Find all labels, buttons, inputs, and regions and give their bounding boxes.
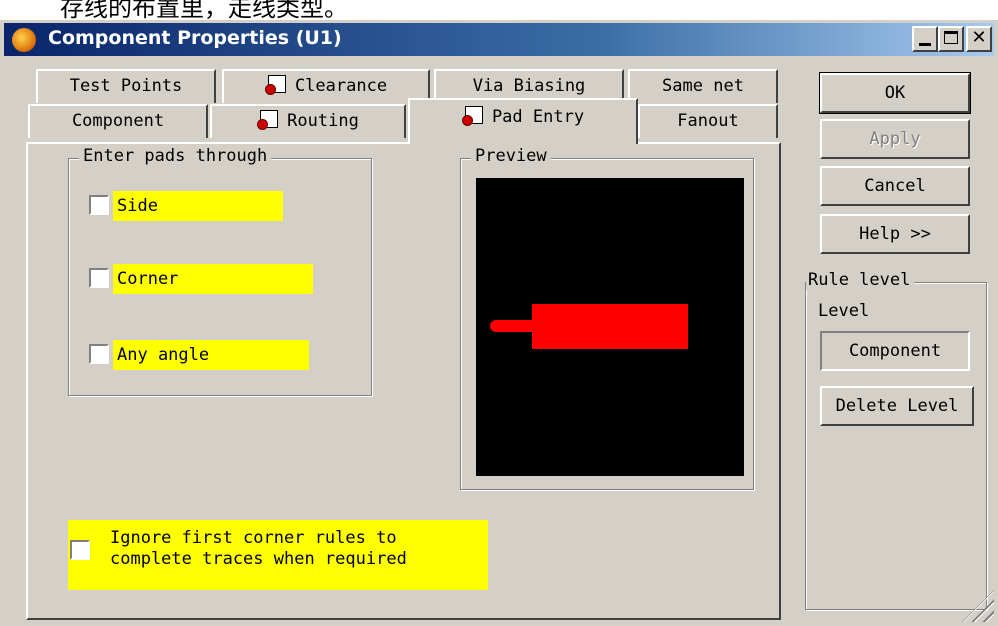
tab-label: Via Biasing [472,76,586,96]
tab-component[interactable]: Component [28,104,208,138]
group-legend: Preview [471,146,551,166]
minimize-icon [919,43,931,46]
any-angle-label[interactable]: Any angle [113,340,309,370]
tab-label: Routing [287,111,359,131]
ignore-corner-label[interactable]: Ignore first corner rules to complete tr… [68,520,488,590]
app-icon [12,28,36,52]
delete-level-button[interactable]: Delete Level [820,386,974,426]
preview-group: Preview [460,146,754,490]
tab-clearance[interactable]: Clearance [222,69,430,103]
tab-test-points[interactable]: Test Points [36,69,216,103]
any-angle-checkbox[interactable] [89,344,109,364]
pad-shape [532,304,688,349]
maximize-icon [944,31,958,44]
tab-fanout[interactable]: Fanout [638,104,778,138]
tab-label: Component [71,111,165,131]
corner-checkbox[interactable] [89,268,109,288]
ok-label: OK [884,83,906,103]
cancel-label: Cancel [864,176,926,196]
tab-same-net[interactable]: Same net [628,69,778,103]
enter-pads-group: Enter pads through Side Corner Any angle [68,146,372,396]
tab-label: Pad Entry [491,107,585,127]
ok-button[interactable]: OK [819,72,971,114]
tab-pad-entry[interactable]: Pad Entry [408,98,638,144]
help-button[interactable]: Help >> [820,214,970,254]
side-label[interactable]: Side [113,191,283,221]
rule-level-group: Rule level Level Component Delete Level [805,270,987,610]
dialog-window: Component Properties (U1) ✕ Test Points … [0,20,998,626]
rule-icon [264,74,287,95]
tab-label: Test Points [69,76,183,96]
group-legend: Enter pads through [79,146,272,166]
level-value: Component [848,341,942,361]
tab-panel: Enter pads through Side Corner Any angle… [26,142,781,620]
group-legend: Rule level [806,270,915,290]
close-button[interactable]: ✕ [966,26,992,52]
window-title: Component Properties (U1) [48,27,342,49]
tab-label: Clearance [294,76,388,96]
close-icon: ✕ [971,27,987,48]
corner-label[interactable]: Corner [113,264,313,294]
delete-level-label: Delete Level [835,396,959,416]
apply-label: Apply [869,129,921,149]
minimize-button[interactable] [912,26,938,52]
maximize-button[interactable] [938,26,964,52]
tab-label: Same net [662,76,744,96]
preview-canvas [476,178,744,476]
ignore-line-2: complete traces when required [110,549,407,569]
tab-label: Fanout [677,111,739,131]
side-checkbox[interactable] [89,195,109,215]
apply-button[interactable]: Apply [820,119,970,159]
level-value-field: Component [820,331,970,371]
trace-stub [490,320,534,332]
rule-icon [461,105,484,126]
help-label: Help >> [859,224,931,244]
title-bar[interactable]: Component Properties (U1) ✕ [4,23,994,56]
ignore-corner-checkbox[interactable] [70,540,90,560]
cancel-button[interactable]: Cancel [820,166,970,206]
rule-icon [257,109,279,130]
level-label: Level [818,301,870,321]
tab-routing[interactable]: Routing [210,104,406,138]
ignore-line-1: Ignore first corner rules to [110,528,397,548]
